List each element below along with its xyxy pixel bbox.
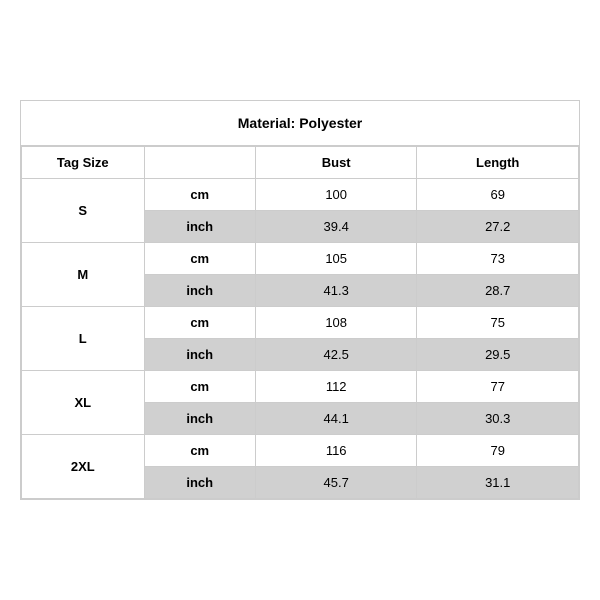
bust-inch-cell: 45.7 bbox=[255, 467, 417, 499]
length-cm-cell: 73 bbox=[417, 243, 579, 275]
bust-cm-cell: 112 bbox=[255, 371, 417, 403]
length-cm-cell: 77 bbox=[417, 371, 579, 403]
bust-cm-cell: 116 bbox=[255, 435, 417, 467]
size-cell: 2XL bbox=[22, 435, 145, 499]
length-header: Length bbox=[417, 147, 579, 179]
length-inch-cell: 29.5 bbox=[417, 339, 579, 371]
bust-inch-cell: 42.5 bbox=[255, 339, 417, 371]
unit-cm-cell: cm bbox=[144, 307, 255, 339]
bust-inch-cell: 44.1 bbox=[255, 403, 417, 435]
table-row: Lcm10875 bbox=[22, 307, 579, 339]
table-row: 2XLcm11679 bbox=[22, 435, 579, 467]
size-chart-container: Material: Polyester Tag Size Bust Length… bbox=[20, 100, 580, 500]
tag-size-header: Tag Size bbox=[22, 147, 145, 179]
size-cell: S bbox=[22, 179, 145, 243]
chart-title: Material: Polyester bbox=[21, 101, 579, 146]
unit-inch-cell: inch bbox=[144, 275, 255, 307]
bust-cm-cell: 105 bbox=[255, 243, 417, 275]
length-cm-cell: 79 bbox=[417, 435, 579, 467]
length-cm-cell: 75 bbox=[417, 307, 579, 339]
bust-header: Bust bbox=[255, 147, 417, 179]
unit-cm-cell: cm bbox=[144, 371, 255, 403]
length-cm-cell: 69 bbox=[417, 179, 579, 211]
table-row: XLcm11277 bbox=[22, 371, 579, 403]
table-row: Scm10069 bbox=[22, 179, 579, 211]
size-cell: M bbox=[22, 243, 145, 307]
size-cell: L bbox=[22, 307, 145, 371]
unit-cm-cell: cm bbox=[144, 179, 255, 211]
unit-header bbox=[144, 147, 255, 179]
unit-inch-cell: inch bbox=[144, 467, 255, 499]
bust-inch-cell: 41.3 bbox=[255, 275, 417, 307]
size-cell: XL bbox=[22, 371, 145, 435]
table-row: Mcm10573 bbox=[22, 243, 579, 275]
bust-cm-cell: 108 bbox=[255, 307, 417, 339]
length-inch-cell: 27.2 bbox=[417, 211, 579, 243]
unit-cm-cell: cm bbox=[144, 435, 255, 467]
length-inch-cell: 31.1 bbox=[417, 467, 579, 499]
bust-inch-cell: 39.4 bbox=[255, 211, 417, 243]
length-inch-cell: 28.7 bbox=[417, 275, 579, 307]
bust-cm-cell: 100 bbox=[255, 179, 417, 211]
unit-cm-cell: cm bbox=[144, 243, 255, 275]
unit-inch-cell: inch bbox=[144, 339, 255, 371]
unit-inch-cell: inch bbox=[144, 403, 255, 435]
unit-inch-cell: inch bbox=[144, 211, 255, 243]
size-table: Tag Size Bust Length Scm10069inch39.427.… bbox=[21, 146, 579, 499]
length-inch-cell: 30.3 bbox=[417, 403, 579, 435]
